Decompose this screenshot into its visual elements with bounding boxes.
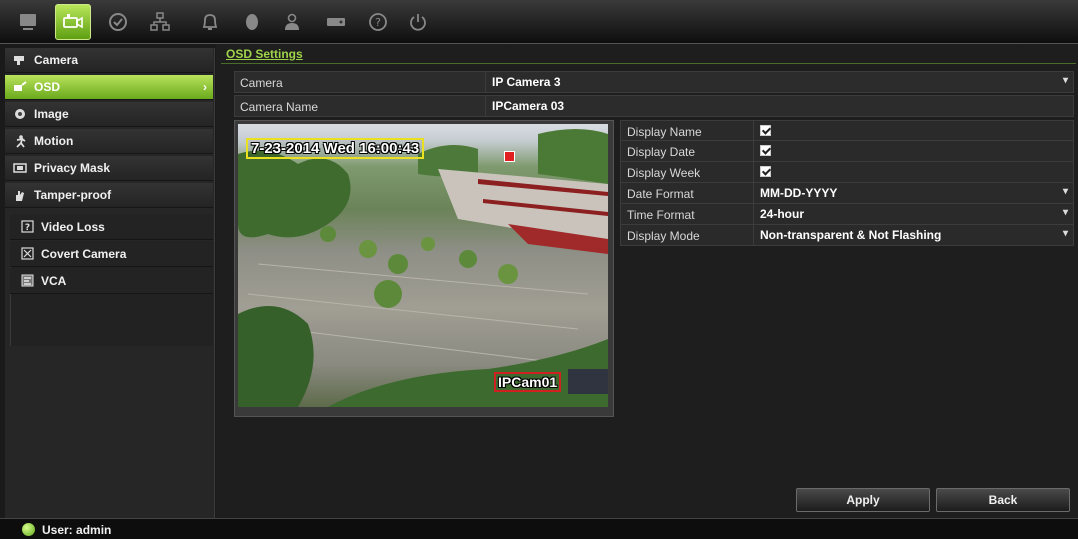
osd-settings-table: Display Name Display Date Display Week D…	[620, 120, 1074, 246]
time-format-label: Time Format	[627, 208, 695, 222]
date-format-value: MM-DD-YYYY	[760, 186, 838, 200]
apply-button[interactable]: Apply	[796, 488, 930, 512]
user-status-text: User: admin	[42, 523, 112, 537]
top-toolbar: ?	[0, 0, 1078, 44]
page-title: OSD Settings	[226, 47, 303, 61]
sidebar-item-label: Image	[34, 107, 69, 121]
vca-icon	[20, 274, 34, 288]
alarm-icon[interactable]	[192, 4, 228, 40]
sidebar-item-camera[interactable]: Camera	[5, 48, 213, 73]
display-mode-value: Non-transparent & Not Flashing	[760, 228, 942, 242]
device-icon[interactable]	[234, 4, 270, 40]
osd-icon	[13, 80, 27, 94]
sidebar-item-osd[interactable]: OSD ›	[5, 75, 213, 100]
camera-name-field[interactable]: IPCamera 03	[485, 96, 1073, 116]
sidebar-item-privacy-mask[interactable]: Privacy Mask	[5, 156, 213, 181]
sidebar-item-vca[interactable]: VCA	[10, 268, 213, 294]
chevron-down-icon: ▾	[1062, 75, 1068, 86]
user-icon[interactable]	[274, 4, 310, 40]
camera-small-icon	[13, 53, 27, 67]
power-icon[interactable]	[400, 4, 436, 40]
camera-select[interactable]: IP Camera 3 ▾	[485, 72, 1073, 92]
display-mode-row: Display Mode Non-transparent & Not Flash…	[620, 225, 1074, 246]
playback-icon[interactable]	[100, 4, 136, 40]
sidebar-item-label: Video Loss	[41, 219, 105, 234]
sidebar-item-tamper-proof[interactable]: Tamper-proof	[5, 183, 213, 208]
display-week-label: Display Week	[627, 166, 701, 180]
video-loss-icon: ?	[20, 220, 34, 234]
covert-camera-icon	[20, 247, 34, 261]
sidebar-item-label: Motion	[34, 134, 74, 148]
osd-camera-name-overlay[interactable]: IPCam01	[494, 372, 562, 392]
camera-name-value: IPCamera 03	[492, 99, 565, 113]
tamper-icon	[13, 188, 27, 202]
camera-preview[interactable]: 7-23-2014 Wed 16:00:43 IPCam01	[238, 124, 608, 407]
time-format-value: 24-hour	[760, 207, 805, 221]
chevron-down-icon: ▾	[1062, 186, 1068, 197]
date-format-select[interactable]: MM-DD-YYYY ▾	[753, 183, 1073, 203]
privacy-mask-icon	[13, 161, 27, 175]
svg-text:?: ?	[24, 223, 29, 233]
chevron-down-icon: ▾	[1062, 228, 1068, 239]
main-panel: OSD Settings Camera IP Camera 3 ▾ Camera…	[216, 44, 1078, 518]
preview-frame: 7-23-2014 Wed 16:00:43 IPCam01	[234, 120, 614, 417]
display-name-row: Display Name	[620, 120, 1074, 141]
sidebar-item-label: OSD	[34, 80, 61, 94]
camera-label: Camera	[240, 76, 283, 90]
preview-scene	[238, 129, 608, 407]
image-icon	[13, 107, 27, 121]
back-button[interactable]: Back	[936, 488, 1070, 512]
sidebar-item-label: VCA	[41, 273, 67, 288]
chevron-down-icon: ▾	[1062, 207, 1068, 218]
sidebar-item-label: Covert Camera	[41, 246, 127, 261]
sidebar-item-image[interactable]: Image	[5, 102, 213, 127]
display-date-row: Display Date	[620, 141, 1074, 162]
chevron-right-icon: ›	[203, 80, 207, 94]
camera-select-value: IP Camera 3	[492, 75, 561, 89]
display-name-checkbox[interactable]	[760, 125, 771, 136]
camera-row: Camera IP Camera 3 ▾	[234, 71, 1074, 93]
status-bar: User: admin	[0, 518, 1078, 539]
display-mode-label: Display Mode	[627, 229, 700, 243]
svg-text:?: ?	[375, 16, 381, 29]
sidebar-item-label: Camera	[34, 53, 79, 67]
camera-icon[interactable]	[55, 4, 91, 40]
osd-marker-icon	[504, 151, 515, 162]
display-week-checkbox[interactable]	[760, 166, 771, 177]
help-icon[interactable]: ?	[360, 4, 396, 40]
time-format-select[interactable]: 24-hour ▾	[753, 204, 1073, 224]
display-name-label: Display Name	[627, 125, 702, 139]
display-date-label: Display Date	[627, 145, 696, 159]
title-divider	[221, 63, 1076, 64]
sidebar-item-label: Privacy Mask	[34, 161, 111, 175]
osd-date-time-overlay[interactable]: 7-23-2014 Wed 16:00:43	[246, 138, 425, 159]
motion-icon	[13, 134, 27, 148]
sidebar-item-video-loss[interactable]: ? Video Loss	[10, 214, 213, 240]
camera-name-label: Camera Name	[240, 100, 319, 114]
sidebar: Camera OSD › Image Motion Privacy Mask T…	[5, 48, 215, 518]
hdd-icon[interactable]	[318, 4, 354, 40]
monitor-icon[interactable]	[10, 4, 46, 40]
sidebar-item-covert-camera[interactable]: Covert Camera	[10, 241, 213, 267]
sidebar-item-motion[interactable]: Motion	[5, 129, 213, 154]
network-icon[interactable]	[142, 4, 178, 40]
sidebar-item-label: Tamper-proof	[34, 188, 112, 202]
display-mode-select[interactable]: Non-transparent & Not Flashing ▾	[753, 225, 1073, 245]
display-week-row: Display Week	[620, 162, 1074, 183]
display-date-checkbox[interactable]	[760, 145, 771, 156]
camera-name-row: Camera Name IPCamera 03	[234, 95, 1074, 117]
date-format-label: Date Format	[627, 187, 694, 201]
time-format-row: Time Format 24-hour ▾	[620, 204, 1074, 225]
date-format-row: Date Format MM-DD-YYYY ▾	[620, 183, 1074, 204]
user-status-icon	[22, 523, 35, 536]
